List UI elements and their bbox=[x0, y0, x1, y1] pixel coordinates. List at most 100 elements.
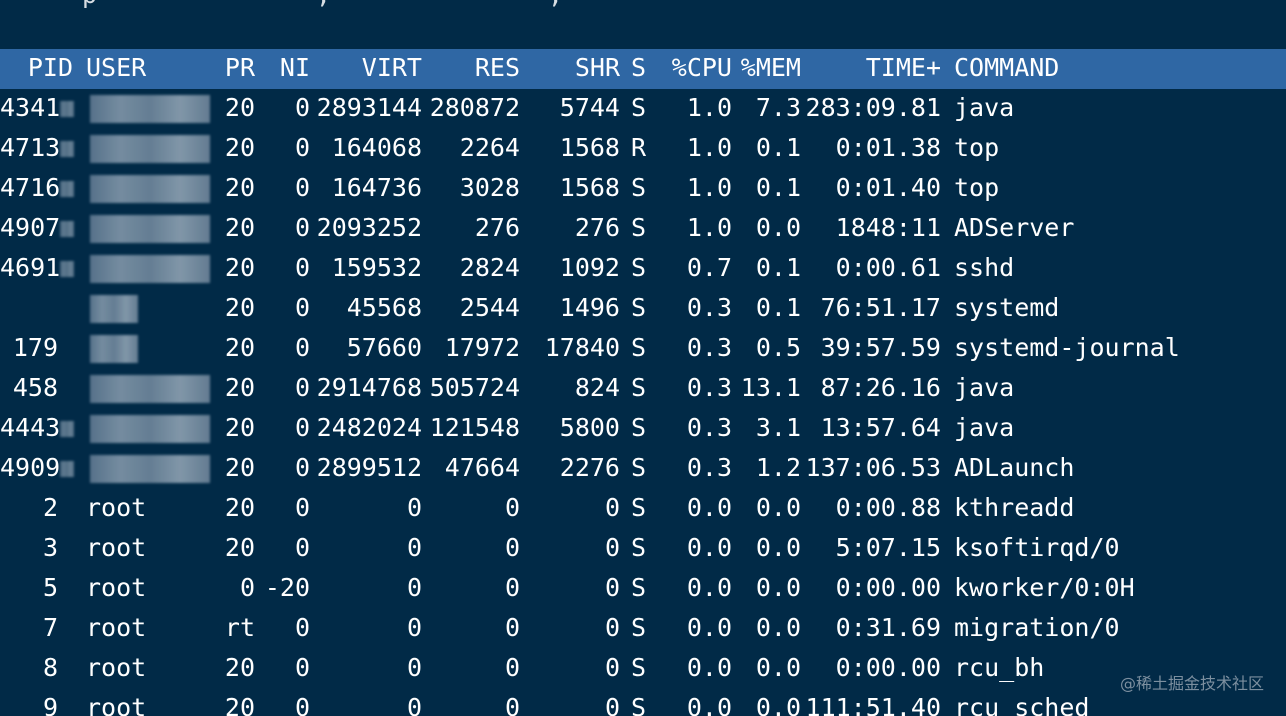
priority-cell: 20 bbox=[224, 453, 255, 482]
shr-cell: 17840 bbox=[544, 333, 620, 362]
process-table-header: PID USER PR NI VIRT RES SHR S %CPU %MEM … bbox=[0, 49, 1286, 89]
res-cell: 0 bbox=[504, 533, 520, 562]
nice-cell: 0 bbox=[294, 693, 310, 716]
mem-cell: 0.1 bbox=[755, 253, 801, 282]
priority-cell: 20 bbox=[224, 133, 255, 162]
time-cell: 1848:11 bbox=[835, 213, 941, 242]
process-row[interactable]: 4713 20 0 164068 2264 1568 R 1.0 0.1 0:01.38 top bbox=[0, 129, 1286, 169]
time-cell: 0:00.00 bbox=[835, 573, 941, 602]
shr-cell: 1568 bbox=[559, 133, 620, 162]
cpu-cell: 0.7 bbox=[686, 253, 732, 282]
terminal-window[interactable]: p , , PID USER PR NI VIRT RES SHR S %CPU… bbox=[0, 0, 1286, 716]
command-cell: java bbox=[954, 93, 1015, 122]
process-row[interactable]: 179 20 0 57660 17972 17840 S 0.3 0.5 39:57.59 syst… bbox=[0, 329, 1286, 369]
process-row[interactable]: 4691 20 0 159532 2824 1092 S 0.7 0.1 0:00.61 sshd bbox=[0, 249, 1286, 289]
column-header-state: S bbox=[631, 53, 647, 82]
priority-cell: 20 bbox=[224, 413, 255, 442]
res-cell: 0 bbox=[504, 693, 520, 716]
top-summary-line-fragment: p , , bbox=[0, 0, 1286, 10]
shr-cell: 0 bbox=[604, 573, 620, 602]
time-cell: 0:00.00 bbox=[835, 653, 941, 682]
redacted-user-block bbox=[90, 335, 138, 363]
column-header-mem: %MEM bbox=[740, 53, 801, 82]
process-row[interactable]: 5 root 0 -20 0 0 0 S 0.0 0.0 0:00.00 kworker/0:0H bbox=[0, 569, 1286, 609]
priority-cell: 20 bbox=[224, 293, 255, 322]
cpu-cell: 1.0 bbox=[686, 133, 732, 162]
redacted-pid-fragment bbox=[60, 141, 74, 157]
column-header-res: RES bbox=[474, 53, 520, 82]
mem-cell: 1.2 bbox=[755, 453, 801, 482]
pid-cell: 4909 bbox=[0, 453, 61, 482]
shr-cell: 0 bbox=[604, 533, 620, 562]
summary-fragment: , bbox=[548, 0, 563, 9]
virt-cell: 164736 bbox=[331, 173, 422, 202]
res-cell: 0 bbox=[504, 493, 520, 522]
shr-cell: 5800 bbox=[559, 413, 620, 442]
process-row[interactable]: 4341 20 0 2893144 280872 5744 S 1.0 7.3 283:09.81… bbox=[0, 89, 1286, 129]
state-cell: S bbox=[631, 493, 647, 522]
nice-cell: 0 bbox=[294, 493, 310, 522]
pid-cell: 9 bbox=[42, 693, 58, 716]
command-cell: ADServer bbox=[954, 213, 1075, 242]
redacted-user-block bbox=[90, 135, 210, 163]
user-cell: root bbox=[86, 613, 147, 642]
res-cell: 0 bbox=[504, 613, 520, 642]
pid-cell: 7 bbox=[42, 613, 58, 642]
shr-cell: 0 bbox=[604, 693, 620, 716]
time-cell: 39:57.59 bbox=[820, 333, 941, 362]
nice-cell: 0 bbox=[294, 333, 310, 362]
column-header-command: COMMAND bbox=[954, 53, 1060, 82]
command-cell: kworker/0:0H bbox=[954, 573, 1135, 602]
redacted-user-block bbox=[90, 95, 210, 123]
watermark: @稀土掘金技术社区 bbox=[1119, 674, 1264, 693]
process-row[interactable]: 4716 20 0 164736 3028 1568 S 1.0 0.1 0:01.40 top bbox=[0, 169, 1286, 209]
cpu-cell: 1.0 bbox=[686, 213, 732, 242]
time-cell: 0:00.61 bbox=[835, 253, 941, 282]
column-header-time: TIME+ bbox=[865, 53, 941, 82]
process-row[interactable]: 20 0 45568 2544 1496 S 0.3 0.1 76:51.17 systemd bbox=[0, 289, 1286, 329]
time-cell: 5:07.15 bbox=[835, 533, 941, 562]
process-row[interactable]: 4907 20 0 2093252 276 276 S 1.0 0.0 1848:11 ADServ… bbox=[0, 209, 1286, 249]
cpu-cell: 1.0 bbox=[686, 173, 732, 202]
process-row[interactable]: 7 root rt 0 0 0 0 S 0.0 0.0 0:31.69 migration/0 bbox=[0, 609, 1286, 649]
state-cell: S bbox=[631, 693, 647, 716]
process-row[interactable]: 3 root 20 0 0 0 0 S 0.0 0.0 5:07.15 ksoftirqd/0 bbox=[0, 529, 1286, 569]
mem-cell: 0.0 bbox=[755, 213, 801, 242]
pid-cell: 4716 bbox=[0, 173, 61, 202]
virt-cell: 2914768 bbox=[316, 373, 422, 402]
virt-cell: 0 bbox=[406, 653, 422, 682]
process-row[interactable]: 2 root 20 0 0 0 0 S 0.0 0.0 0:00.88 kthreadd bbox=[0, 489, 1286, 529]
priority-cell: 20 bbox=[224, 693, 255, 716]
cpu-cell: 0.3 bbox=[686, 333, 732, 362]
res-cell: 2544 bbox=[459, 293, 520, 322]
process-row[interactable]: 4443 20 0 2482024 121548 5800 S 0.3 3.1 13:57.64 j… bbox=[0, 409, 1286, 449]
mem-cell: 0.0 bbox=[755, 573, 801, 602]
redacted-user-block bbox=[90, 175, 210, 203]
state-cell: S bbox=[631, 413, 647, 442]
process-row[interactable]: 458 20 0 2914768 505724 824 S 0.3 13.1 87:26.16 ja… bbox=[0, 369, 1286, 409]
pid-cell: 8 bbox=[42, 653, 58, 682]
priority-cell: 20 bbox=[224, 373, 255, 402]
process-row[interactable]: 4909 20 0 2899512 47664 2276 S 0.3 1.2 137:06.53 A… bbox=[0, 449, 1286, 489]
cpu-cell: 0.3 bbox=[686, 293, 732, 322]
time-cell: 13:57.64 bbox=[820, 413, 941, 442]
command-cell: systemd-journal bbox=[954, 333, 1180, 362]
cpu-cell: 0.0 bbox=[686, 653, 732, 682]
process-row[interactable]: 9 root 20 0 0 0 0 S 0.0 0.0 111:51.40 rcu_sched bbox=[0, 689, 1286, 716]
priority-cell: 20 bbox=[224, 493, 255, 522]
state-cell: S bbox=[631, 533, 647, 562]
time-cell: 87:26.16 bbox=[820, 373, 941, 402]
cpu-cell: 0.3 bbox=[686, 453, 732, 482]
virt-cell: 0 bbox=[406, 573, 422, 602]
cpu-cell: 0.0 bbox=[686, 693, 732, 716]
redacted-user-block bbox=[90, 295, 138, 323]
nice-cell: 0 bbox=[294, 133, 310, 162]
process-row[interactable]: 8 root 20 0 0 0 0 S 0.0 0.0 0:00.00 rcu_bh bbox=[0, 649, 1286, 689]
priority-cell: 20 bbox=[224, 653, 255, 682]
nice-cell: 0 bbox=[294, 653, 310, 682]
cpu-cell: 0.0 bbox=[686, 613, 732, 642]
priority-cell: 20 bbox=[224, 253, 255, 282]
redacted-pid-fragment bbox=[60, 101, 74, 117]
virt-cell: 0 bbox=[406, 613, 422, 642]
time-cell: 76:51.17 bbox=[820, 293, 941, 322]
